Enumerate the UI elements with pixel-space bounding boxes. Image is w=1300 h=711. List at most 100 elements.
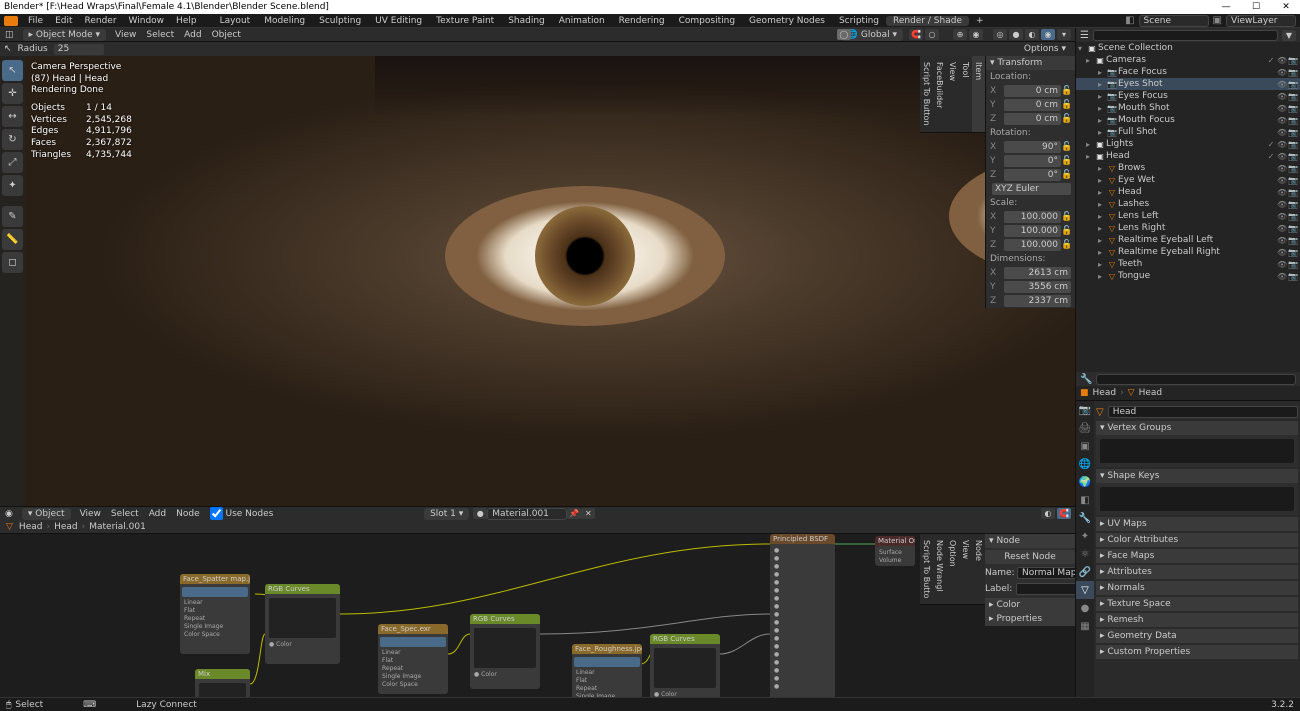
shading-options[interactable]: ▾ (1057, 29, 1071, 40)
node-socket[interactable]: ● (772, 626, 833, 634)
tool-measure[interactable]: 📏 (2, 229, 23, 250)
node-tex[interactable]: Face_Spatter map.jpgLinearFlatRepeatSing… (180, 574, 250, 654)
tab-physics[interactable]: ⚛ (1076, 545, 1094, 563)
editor-type-icon[interactable]: ◉ (0, 509, 18, 519)
node-header[interactable]: Principled BSDF (770, 534, 835, 544)
sidebar-tab[interactable]: Script To Button (920, 56, 933, 133)
node-out[interactable]: Material OutputSurfaceVolume (875, 536, 915, 566)
visibility-toggle[interactable]: 👁 (1277, 56, 1287, 65)
outliner-item[interactable]: ▸📷Full Shot👁📷 (1076, 126, 1300, 138)
rotation-field[interactable]: 0° (1004, 155, 1061, 167)
node-socket[interactable]: ● Color (472, 670, 538, 678)
pin-icon[interactable]: 📌 (567, 508, 581, 519)
orientation-selector[interactable]: 🌐 Global ▾ (841, 29, 903, 41)
panel-header[interactable]: ▸ Geometry Data (1096, 629, 1298, 643)
panel-header[interactable]: ▸ Color Attributes (1096, 533, 1298, 547)
tab-material[interactable]: ● (1076, 599, 1094, 617)
node-option[interactable]: Linear (380, 648, 446, 656)
tool-annotate[interactable]: ✎ (2, 206, 23, 227)
disclosure-icon[interactable]: ▸ (1098, 200, 1106, 209)
list-widget[interactable] (1100, 487, 1294, 511)
node-socket[interactable]: ● (772, 546, 833, 554)
editor-type-icon[interactable]: 🔧 (1080, 374, 1092, 385)
panel-header[interactable]: ▸ Face Maps (1096, 549, 1298, 563)
3d-viewport[interactable]: ↖ ✛ ↔ ↻ ⤢ ✦ ✎ 📏 ◻ Camera Perspective (87… (0, 56, 1075, 506)
snap-toggle[interactable]: 🧲 (909, 29, 923, 40)
visibility-toggle[interactable]: 📷 (1288, 92, 1298, 101)
visibility-toggle[interactable]: 📷 (1288, 188, 1298, 197)
node-socket[interactable]: ● (772, 634, 833, 642)
node-menu-node[interactable]: Node (171, 509, 205, 519)
visibility-toggle[interactable]: 📷 (1288, 248, 1298, 257)
workspace-tab[interactable]: Layout (213, 16, 258, 26)
rotation-field[interactable]: 0° (1004, 169, 1061, 181)
curve-widget[interactable] (474, 628, 536, 668)
visibility-toggle[interactable]: ✓ (1266, 140, 1276, 149)
node-sidebar-tab[interactable]: Node Wrangl (933, 534, 946, 605)
breadcrumb-item[interactable]: Material.001 (89, 522, 146, 532)
dim-field[interactable]: 2337 cm (1004, 295, 1071, 307)
collection-root[interactable]: ▾ ▣ Scene Collection (1076, 42, 1300, 54)
dim-field[interactable]: 2613 cm (1004, 267, 1071, 279)
outliner-item[interactable]: ▸▽Eye Wet👁📷 (1076, 174, 1300, 186)
node-socket[interactable]: ● (772, 642, 833, 650)
location-field[interactable]: 0 cm (1004, 99, 1061, 111)
panel-header[interactable]: ▸ UV Maps (1096, 517, 1298, 531)
tab-modifiers[interactable]: 🔧 (1076, 509, 1094, 527)
node-socket[interactable]: Volume (877, 556, 913, 564)
list-widget[interactable] (1100, 439, 1294, 463)
lock-icon[interactable]: 🔓 (1061, 170, 1071, 180)
visibility-toggle[interactable]: 📷 (1288, 260, 1298, 269)
render-view[interactable]: Camera Perspective (87) Head | Head Rend… (25, 56, 1075, 506)
lock-icon[interactable]: 🔓 (1061, 100, 1071, 110)
visibility-toggle[interactable]: 👁 (1277, 224, 1287, 233)
visibility-toggle[interactable]: 📷 (1288, 68, 1298, 77)
node-socket[interactable]: ● (772, 682, 833, 690)
node-sidebar-tab[interactable]: Script To Butto (920, 534, 933, 605)
workspace-tab[interactable]: Scripting (832, 16, 886, 26)
workspace-tab[interactable]: Geometry Nodes (742, 16, 832, 26)
tab-render[interactable]: 📷 (1076, 401, 1094, 419)
visibility-toggle[interactable]: 📷 (1288, 176, 1298, 185)
tab-objectdata[interactable]: ▽ (1076, 581, 1094, 599)
outliner-item[interactable]: ▸📷Mouth Shot👁📷 (1076, 102, 1300, 114)
panel-header[interactable]: ▸ Remesh (1096, 613, 1298, 627)
visibility-toggle[interactable]: 👁 (1277, 212, 1287, 221)
visibility-toggle[interactable]: 📷 (1288, 212, 1298, 221)
node-option[interactable]: Repeat (574, 684, 640, 692)
outliner-item[interactable]: ▸▣Cameras✓👁📷 (1076, 54, 1300, 66)
disclosure-icon[interactable]: ▸ (1098, 248, 1106, 257)
node-header[interactable]: Face_Spec.exr (378, 624, 448, 634)
node-socket[interactable]: ● (772, 602, 833, 610)
node-socket[interactable]: ● (772, 554, 833, 562)
visibility-toggle[interactable]: 👁 (1277, 200, 1287, 209)
node-socket[interactable]: ● (772, 578, 833, 586)
node-socket[interactable]: ● (772, 562, 833, 570)
viewport-menu-view[interactable]: View (110, 30, 141, 40)
outliner-item[interactable]: ▸📷Eyes Focus👁📷 (1076, 90, 1300, 102)
workspace-tab[interactable]: Compositing (672, 16, 742, 26)
curve-widget[interactable] (269, 598, 336, 638)
node-option[interactable]: Linear (574, 668, 640, 676)
editor-type-icon[interactable]: ◫ (0, 30, 19, 40)
workspace-tab[interactable]: UV Editing (368, 16, 429, 26)
visibility-toggle[interactable]: 👁 (1277, 116, 1287, 125)
outliner-item[interactable]: ▸📷Mouth Focus👁📷 (1076, 114, 1300, 126)
tool-scale[interactable]: ⤢ (2, 152, 23, 173)
workspace-tab[interactable]: Modeling (257, 16, 312, 26)
panel-header[interactable]: ▸ Texture Space (1096, 597, 1298, 611)
disclosure-icon[interactable]: ▸ (1098, 236, 1106, 245)
outliner-item[interactable]: ▸▽Head👁📷 (1076, 186, 1300, 198)
editor-type-icon[interactable]: ☰ (1080, 30, 1089, 41)
workspace-tab[interactable]: Animation (552, 16, 612, 26)
proportional-toggle[interactable]: ○ (925, 29, 939, 40)
panel-header[interactable]: ▾ Vertex Groups (1096, 421, 1298, 435)
tool-cursor[interactable]: ✛ (2, 83, 23, 104)
tool-radius-field[interactable] (54, 44, 104, 55)
workspace-tab[interactable]: Texture Paint (429, 16, 501, 26)
outliner-item[interactable]: ▸📷Eyes Shot👁📷 (1076, 78, 1300, 90)
node-option[interactable]: Repeat (182, 614, 248, 622)
lock-icon[interactable]: 🔓 (1061, 212, 1071, 222)
disclosure-icon[interactable]: ▸ (1098, 272, 1106, 281)
snap-node-toggle[interactable]: 🧲 (1057, 508, 1071, 519)
